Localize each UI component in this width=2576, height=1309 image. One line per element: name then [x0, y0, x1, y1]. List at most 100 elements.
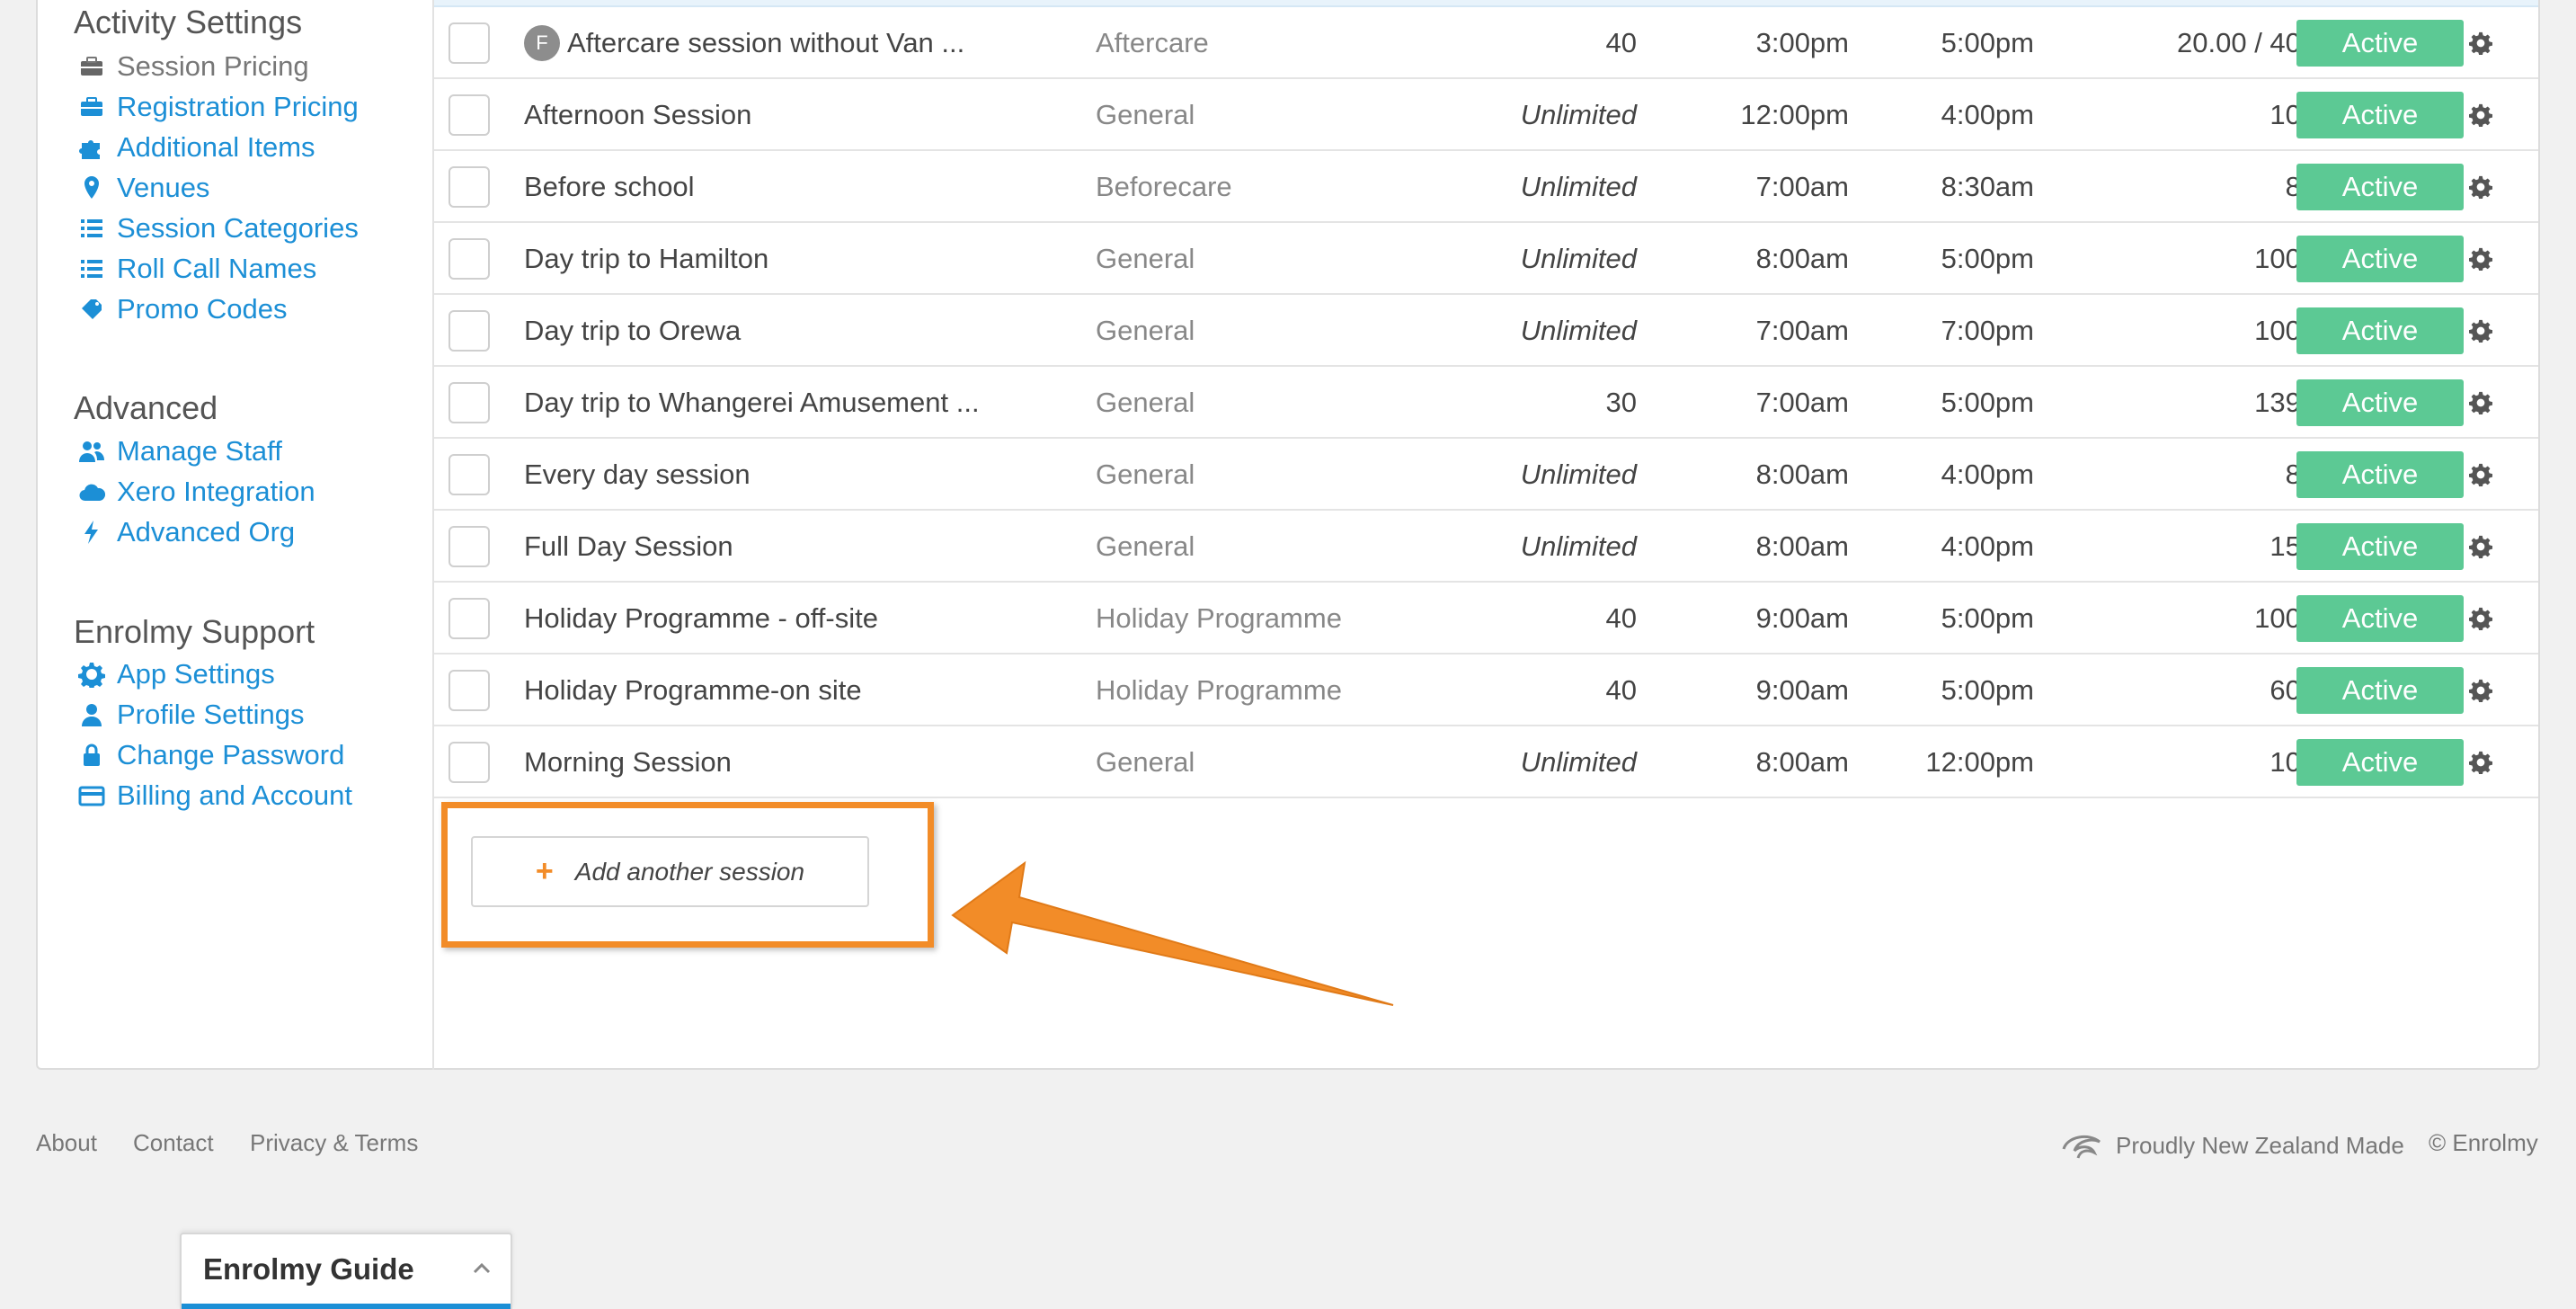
session-capacity: 40 — [1605, 674, 1637, 706]
row-checkbox[interactable] — [449, 310, 490, 352]
list-icon — [81, 259, 102, 278]
session-end-time: 5:00pm — [1941, 674, 2034, 706]
session-name[interactable]: Holiday Programme - off-site — [524, 602, 878, 635]
table-row[interactable]: Morning Session General Unlimited 8:00am 12:… — [434, 726, 2538, 798]
sidebar-item-additional-items[interactable]: Additional Items — [74, 127, 424, 167]
row-checkbox-cell — [449, 295, 520, 367]
copyright-text: © Enrolmy — [2429, 1129, 2538, 1156]
session-name[interactable]: Day trip to Orewa — [524, 315, 741, 347]
table-row[interactable]: Holiday Programme - off-site Holiday Prog… — [434, 583, 2538, 654]
session-name[interactable]: Full Day Session — [524, 530, 733, 563]
footer-contact-link[interactable]: Contact — [133, 1129, 214, 1157]
row-checkbox[interactable] — [449, 670, 490, 711]
row-settings-button[interactable] — [2443, 726, 2518, 798]
status-badge: Active — [2296, 20, 2464, 67]
table-row[interactable]: Day trip to Orewa General Unlimited 7:00am 7… — [434, 295, 2538, 367]
sidebar-item-app-settings[interactable]: App Settings — [74, 654, 424, 694]
table-row[interactable]: Afternoon Session General Unlimited 12:00pm… — [434, 79, 2538, 151]
table-row[interactable]: F Aftercare session without Van ... Afterc… — [434, 7, 2538, 79]
session-name[interactable]: Before school — [524, 171, 695, 203]
row-settings-button[interactable] — [2443, 439, 2518, 511]
row-settings-button[interactable] — [2443, 583, 2518, 654]
row-checkbox[interactable] — [449, 166, 490, 208]
gear-icon — [2469, 31, 2492, 55]
briefcase-icon — [81, 56, 102, 76]
nz-fern-icon — [2062, 1135, 2101, 1159]
session-start-time: 8:00am — [1755, 459, 1849, 490]
sidebar-item-registration-pricing[interactable]: Registration Pricing — [74, 86, 424, 127]
sidebar-item-venues[interactable]: Venues — [74, 167, 424, 208]
status-badge: Active — [2296, 451, 2464, 498]
row-checkbox[interactable] — [449, 454, 490, 495]
row-settings-button[interactable] — [2443, 367, 2518, 439]
sidebar-item-profile-settings[interactable]: Profile Settings — [74, 694, 424, 735]
row-settings-button[interactable] — [2443, 295, 2518, 367]
session-name[interactable]: Day trip to Whangerei Amusement ... — [524, 387, 980, 419]
row-checkbox[interactable] — [449, 238, 490, 280]
session-name[interactable]: Morning Session — [524, 746, 732, 779]
table-row[interactable]: Day trip to Hamilton General Unlimited 8:00… — [434, 223, 2538, 295]
sidebar-item-xero-integration[interactable]: Xero Integration — [74, 471, 424, 512]
session-end-time: 12:00pm — [1925, 746, 2034, 778]
sidebar-item-session-pricing[interactable]: Session Pricing — [74, 46, 424, 86]
session-name[interactable]: Every day session — [524, 459, 751, 491]
row-settings-button[interactable] — [2443, 7, 2518, 79]
row-checkbox-cell — [449, 367, 520, 439]
row-checkbox-cell — [449, 654, 520, 726]
sidebar-item-promo-codes[interactable]: Promo Codes — [74, 289, 424, 329]
sidebar-item-manage-staff[interactable]: Manage Staff — [74, 431, 424, 471]
map-marker-icon — [74, 174, 110, 202]
sidebar-item-session-categories[interactable]: Session Categories — [74, 208, 424, 248]
puzzle-icon — [74, 133, 110, 162]
sidebar-item-billing-and-account[interactable]: Billing and Account — [74, 775, 424, 815]
session-name[interactable]: Holiday Programme-on site — [524, 674, 862, 707]
add-session-button[interactable]: + Add another session — [471, 836, 869, 907]
footer-privacy-link[interactable]: Privacy & Terms — [250, 1129, 418, 1157]
session-name[interactable]: Aftercare session without Van ... — [567, 27, 964, 59]
row-checkbox[interactable] — [449, 526, 490, 567]
row-checkbox[interactable] — [449, 742, 490, 783]
table-row[interactable]: Day trip to Whangerei Amusement ... Gener… — [434, 367, 2538, 439]
row-checkbox[interactable] — [449, 22, 490, 64]
nz-made-label: Proudly New Zealand Made — [2060, 1129, 2404, 1162]
row-checkbox[interactable] — [449, 598, 490, 639]
session-name[interactable]: Afternoon Session — [524, 99, 751, 131]
list-icon — [74, 214, 110, 243]
status-badge: Active — [2296, 379, 2464, 426]
status-badge: Active — [2296, 92, 2464, 138]
session-start-time: 12:00pm — [1740, 99, 1849, 130]
footer-about-link[interactable]: About — [36, 1129, 97, 1157]
row-settings-button[interactable] — [2443, 223, 2518, 295]
gear-icon — [2469, 391, 2492, 414]
row-settings-button[interactable] — [2443, 79, 2518, 151]
session-category: General — [1096, 99, 1195, 130]
sidebar-item-roll-call-names[interactable]: Roll Call Names — [74, 248, 424, 289]
users-icon — [79, 441, 104, 462]
table-row[interactable]: Before school Beforecare Unlimited 7:00am 8:… — [434, 151, 2538, 223]
session-category: General — [1096, 315, 1195, 346]
row-checkbox-cell — [449, 223, 520, 295]
row-settings-button[interactable] — [2443, 151, 2518, 223]
session-capacity: 30 — [1605, 387, 1637, 418]
session-name[interactable]: Day trip to Hamilton — [524, 243, 768, 275]
sidebar-item-label: Registration Pricing — [117, 90, 359, 122]
session-name-cell: Morning Session — [524, 726, 991, 798]
chevron-up-icon[interactable] — [469, 1256, 494, 1281]
sidebar-item-change-password[interactable]: Change Password — [74, 735, 424, 775]
gear-icon — [2469, 247, 2492, 271]
session-start-time: 8:00am — [1755, 243, 1849, 274]
session-start-time: 7:00am — [1755, 315, 1849, 346]
table-row[interactable]: Holiday Programme-on site Holiday Program… — [434, 654, 2538, 726]
session-name-cell: Afternoon Session — [524, 79, 991, 151]
sidebar-item-advanced-org[interactable]: Advanced Org — [74, 512, 424, 552]
gear-icon — [2469, 679, 2492, 702]
table-row[interactable]: Every day session General Unlimited 8:00am 4… — [434, 439, 2538, 511]
session-start-time: 9:00am — [1755, 602, 1849, 634]
row-settings-button[interactable] — [2443, 654, 2518, 726]
row-settings-button[interactable] — [2443, 511, 2518, 583]
enrolmy-guide-widget[interactable]: Enrolmy Guide — [180, 1233, 512, 1309]
table-row[interactable]: Full Day Session General Unlimited 8:00am 4:… — [434, 511, 2538, 583]
session-name-cell: Every day session — [524, 439, 991, 511]
row-checkbox[interactable] — [449, 382, 490, 423]
row-checkbox[interactable] — [449, 94, 490, 136]
